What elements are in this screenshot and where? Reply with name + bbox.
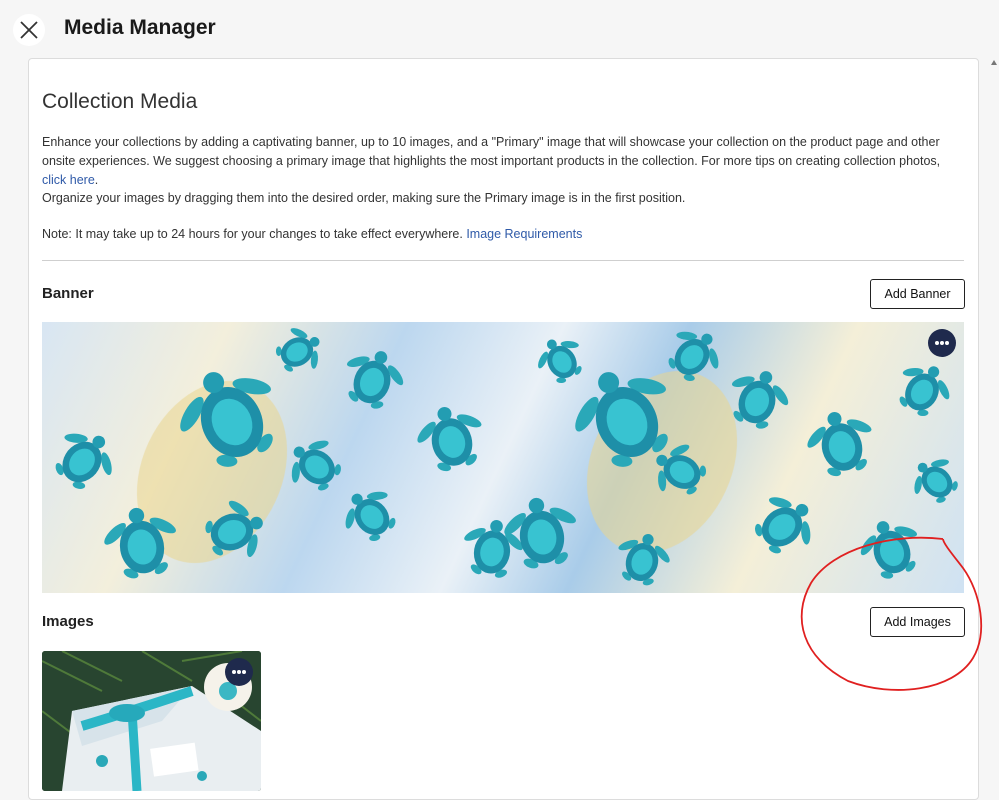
more-dot <box>237 670 241 674</box>
image-more-button[interactable] <box>225 658 253 686</box>
page-title: Media Manager <box>64 16 216 39</box>
add-banner-button[interactable]: Add Banner <box>870 279 965 309</box>
note-paragraph: Note: It may take up to 24 hours for you… <box>42 225 962 244</box>
banner-image <box>42 322 964 593</box>
section-title: Collection Media <box>42 90 198 113</box>
scroll-up-icon[interactable] <box>991 60 997 65</box>
add-images-button[interactable]: Add Images <box>870 607 965 637</box>
more-dot <box>232 670 236 674</box>
close-button[interactable] <box>13 14 45 46</box>
close-icon <box>20 21 38 39</box>
intro-text: Enhance your collections by adding a cap… <box>42 135 941 168</box>
scrollbar[interactable] <box>989 58 999 781</box>
more-dot <box>935 341 939 345</box>
image-thumbnail[interactable] <box>42 651 261 791</box>
banner-heading: Banner <box>42 285 94 302</box>
click-here-link[interactable]: click here <box>42 173 95 187</box>
header-bar: Media Manager <box>0 0 999 58</box>
sea-turtle-pattern <box>42 322 964 592</box>
banner-more-button[interactable] <box>928 329 956 357</box>
note-text: Note: It may take up to 24 hours for you… <box>42 227 467 241</box>
organize-paragraph: Organize your images by dragging them in… <box>42 191 686 205</box>
more-dot <box>242 670 246 674</box>
images-heading: Images <box>42 613 94 630</box>
divider <box>42 260 964 261</box>
intro-end: . <box>94 173 99 187</box>
more-dot <box>945 341 949 345</box>
image-requirements-link[interactable]: Image Requirements <box>466 227 582 241</box>
intro-paragraph: Enhance your collections by adding a cap… <box>42 133 962 190</box>
more-dot <box>940 341 944 345</box>
